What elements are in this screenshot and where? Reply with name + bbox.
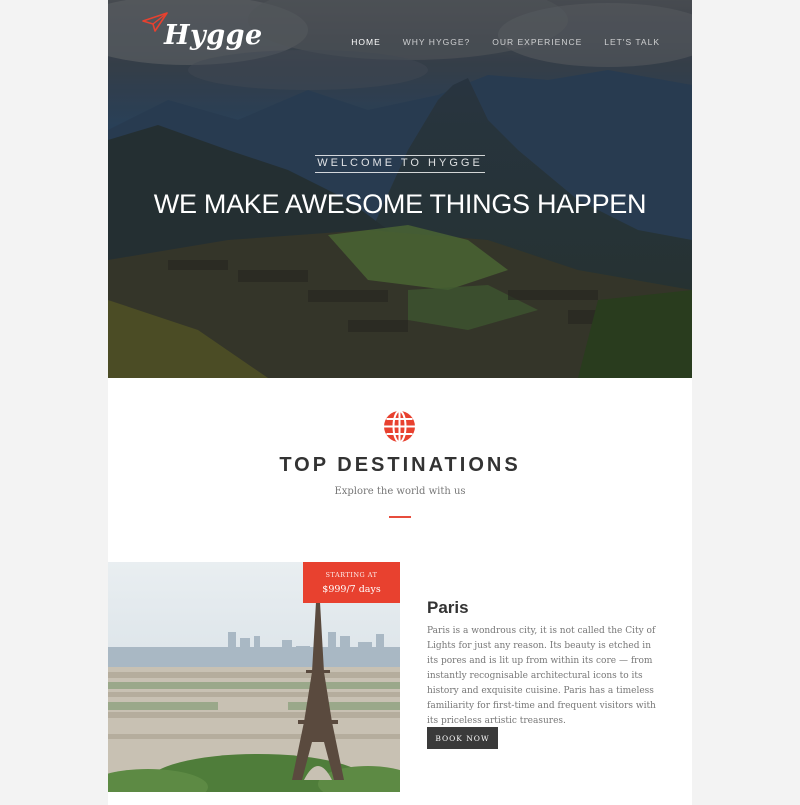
main-nav: HOME WHY HYGGE? OUR EXPERIENCE LET'S TAL… bbox=[351, 37, 660, 47]
section-divider bbox=[389, 516, 411, 518]
nav-item-home[interactable]: HOME bbox=[351, 37, 381, 47]
logo[interactable]: Hygge bbox=[142, 12, 263, 51]
price-badge: STARTING AT $999/7 days bbox=[303, 562, 400, 603]
destination-city: Paris bbox=[427, 598, 469, 617]
price-value: $999/7 days bbox=[322, 584, 381, 595]
hero-section: Hygge HOME WHY HYGGE? OUR EXPERIENCE LET… bbox=[108, 0, 692, 378]
hero-title: WE MAKE AWESOME THINGS HAPPEN bbox=[153, 189, 647, 219]
page-container: Hygge HOME WHY HYGGE? OUR EXPERIENCE LET… bbox=[108, 0, 692, 805]
section-title: TOP DESTINATIONS bbox=[279, 454, 521, 476]
destination-description: Paris is a wondrous city, it is not call… bbox=[427, 626, 656, 726]
section-subtitle: Explore the world with us bbox=[334, 486, 466, 497]
nav-item-why-hygge[interactable]: WHY HYGGE? bbox=[403, 37, 470, 47]
nav-item-our-experience[interactable]: OUR EXPERIENCE bbox=[492, 37, 582, 47]
hero-welcome-text: WELCOME TO HYGGE bbox=[315, 155, 485, 173]
price-label: STARTING AT bbox=[325, 571, 378, 579]
logo-text: Hygge bbox=[164, 20, 263, 51]
nav-item-lets-talk[interactable]: LET'S TALK bbox=[604, 37, 660, 47]
globe-icon bbox=[384, 410, 415, 443]
hero-welcome: WELCOME TO HYGGE bbox=[108, 153, 692, 173]
book-now-button[interactable]: BOOK NOW bbox=[427, 727, 498, 749]
